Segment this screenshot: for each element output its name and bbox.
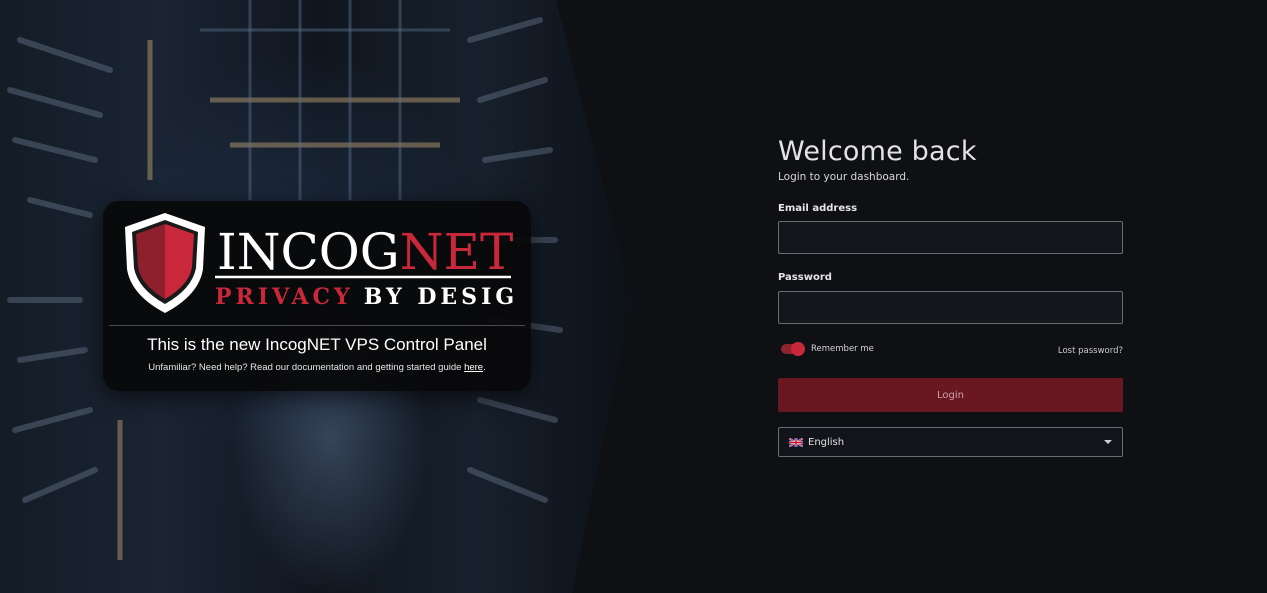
promo-card: INCOGNET PRIVACY BY DESIGN This is the ne… [103, 201, 531, 391]
language-select[interactable]: English [778, 427, 1123, 457]
svg-text:PRIVACYBY DESIGN: PRIVACY BY DESIGN [215, 284, 516, 310]
brand-tagline-part1: PRIVACY [215, 284, 354, 310]
login-button[interactable]: Login [778, 378, 1123, 412]
password-field[interactable] [778, 291, 1123, 324]
login-form: Welcome back Login to your dashboard. Em… [778, 134, 1123, 457]
shield-icon [125, 213, 205, 313]
svg-text:INCOGNET: INCOGNET [217, 223, 513, 281]
promo-subtitle-text: Unfamiliar? Need help? Read our document… [148, 362, 465, 373]
email-label: Email address [778, 203, 858, 214]
uk-flag-icon [789, 437, 803, 447]
page-title: Welcome back [778, 136, 977, 167]
page-subtitle: Login to your dashboard. [778, 171, 910, 183]
brand-tagline-part2: BY DESIGN [364, 284, 516, 310]
brand-logo: INCOGNET PRIVACY BY DESIGN [125, 213, 516, 313]
card-divider [109, 325, 525, 326]
brand-name-part2: NET [400, 223, 514, 281]
brand-name-part1: INCOG [217, 223, 400, 281]
remember-me-row: Remember me [781, 342, 874, 356]
remember-me-toggle[interactable] [781, 342, 805, 356]
promo-subtitle-suffix: . [483, 362, 486, 373]
docs-link[interactable]: here [464, 362, 483, 373]
toggle-knob [791, 342, 805, 356]
password-label: Password [778, 272, 832, 283]
email-field[interactable] [778, 221, 1123, 254]
promo-title: This is the new IncogNET VPS Control Pan… [147, 335, 487, 354]
promo-subtitle: Unfamiliar? Need help? Read our document… [103, 362, 531, 373]
language-selected: English [808, 436, 845, 448]
remember-me-label[interactable]: Remember me [811, 344, 874, 354]
chevron-down-icon [1104, 440, 1112, 444]
lost-password-link[interactable]: Lost password? [1058, 346, 1123, 356]
